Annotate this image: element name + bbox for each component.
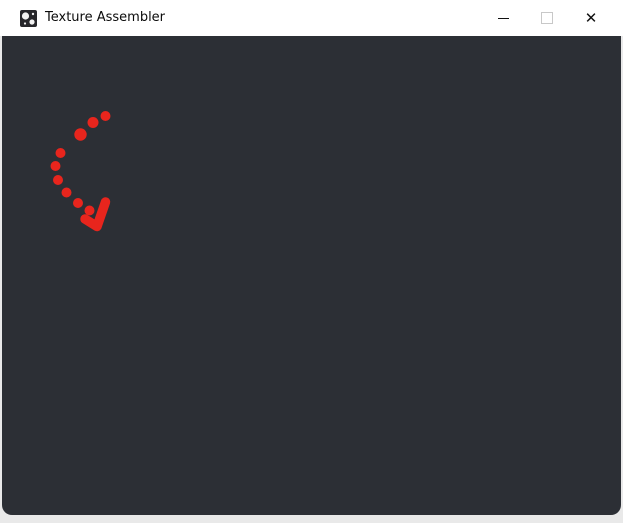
maximize-button[interactable] bbox=[525, 0, 569, 36]
minimize-button[interactable] bbox=[481, 0, 525, 36]
titlebar: Texture Assembler ✕ bbox=[0, 0, 623, 36]
minimize-icon bbox=[498, 18, 509, 19]
maximize-icon bbox=[541, 12, 553, 24]
window-title: Texture Assembler bbox=[45, 0, 165, 36]
window-body bbox=[2, 36, 621, 515]
close-button[interactable]: ✕ bbox=[569, 0, 613, 36]
app-icon bbox=[20, 10, 37, 27]
texture-assembler-window: Texture Assembler ✕ RGBA Channels R bbox=[0, 0, 623, 523]
close-icon: ✕ bbox=[585, 11, 598, 26]
